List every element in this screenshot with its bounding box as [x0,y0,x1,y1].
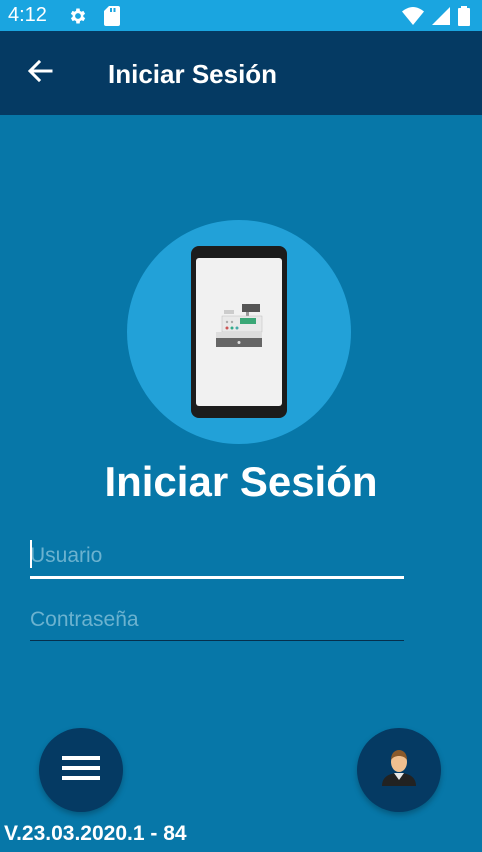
user-button[interactable] [357,728,441,812]
text-caret [30,540,32,568]
app-bar: Iniciar Sesión [0,31,482,115]
cash-register-icon [216,304,263,347]
battery-icon [458,6,470,31]
app-title: Iniciar Sesión [108,59,278,89]
status-time: 4:12 [8,4,47,26]
back-button[interactable] [18,53,62,93]
wifi-icon [402,7,424,30]
app-version: V.23.03.2020.1 - 84 [4,822,187,845]
phone-screen [196,258,282,406]
username-field[interactable] [30,536,404,576]
password-field[interactable] [30,600,404,640]
login-heading: Iniciar Sesión [104,458,378,505]
user-avatar-icon [380,749,418,791]
password-field-container [30,600,404,641]
sd-card-icon [104,6,120,31]
phone-icon [191,246,287,418]
username-field-container [30,536,404,579]
status-bar: 4:12 [0,0,482,31]
menu-button[interactable] [39,728,123,812]
hamburger-menu-icon [62,755,100,785]
status-icons [402,6,470,31]
arrow-left-icon [27,59,53,88]
signal-icon [432,7,450,30]
hero-illustration [127,220,351,444]
gear-icon [68,6,88,31]
